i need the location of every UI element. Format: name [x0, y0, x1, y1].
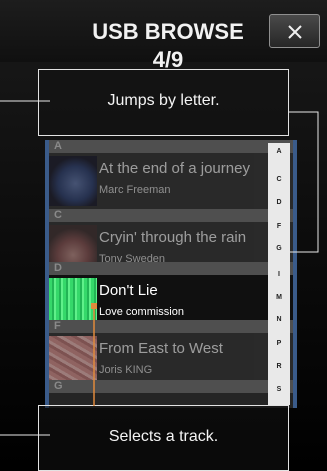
- track-list: A At the end of a journey Marc Freeman C…: [45, 140, 297, 408]
- track-artist: Marc Freeman: [99, 184, 171, 196]
- index-letter[interactable]: I: [268, 270, 290, 279]
- section-letter: C: [54, 209, 62, 221]
- section-letter: D: [54, 262, 62, 274]
- index-letter[interactable]: M: [268, 293, 290, 302]
- section-letter: F: [54, 320, 61, 332]
- close-icon: [288, 25, 302, 39]
- section-header: G: [49, 380, 293, 393]
- index-letter[interactable]: D: [268, 198, 290, 207]
- track-artist: Joris KING: [99, 364, 153, 376]
- list-item[interactable]: At the end of a journey Marc Freeman: [49, 153, 293, 209]
- section-header: F: [49, 320, 293, 333]
- section-letter: G: [54, 380, 63, 392]
- album-art: [49, 336, 97, 386]
- index-letter[interactable]: G: [268, 244, 290, 253]
- index-letter[interactable]: R: [268, 362, 290, 371]
- index-letter[interactable]: F: [268, 222, 290, 231]
- track-title: At the end of a journey: [99, 160, 250, 177]
- callout-selects-track: Selects a track.: [38, 405, 289, 471]
- track-title: From East to West: [99, 340, 223, 357]
- alphabet-index-bar[interactable]: A C D F G I M N P R S: [268, 143, 290, 405]
- section-header: A: [49, 140, 293, 153]
- track-title: Cryin' through the rain: [99, 229, 247, 246]
- section-header: D: [49, 262, 293, 275]
- close-button[interactable]: [269, 14, 320, 48]
- callout-jumps-by-letter: Jumps by letter.: [38, 69, 289, 136]
- section-letter: A: [54, 140, 62, 152]
- track-artist: Love commission: [99, 306, 184, 318]
- index-letter[interactable]: S: [268, 385, 290, 394]
- index-letter[interactable]: N: [268, 315, 290, 324]
- usb-browse-screen: USB BROWSE 4/9 A At the end of a journey…: [0, 0, 327, 471]
- index-letter[interactable]: A: [268, 147, 290, 156]
- index-letter[interactable]: C: [268, 175, 290, 184]
- track-title: Don't Lie: [99, 282, 158, 299]
- page-title: USB BROWSE 4/9: [92, 19, 244, 72]
- header-bar: USB BROWSE 4/9: [0, 0, 327, 72]
- section-header: C: [49, 209, 293, 222]
- album-art: [49, 156, 97, 206]
- index-letter[interactable]: P: [268, 339, 290, 348]
